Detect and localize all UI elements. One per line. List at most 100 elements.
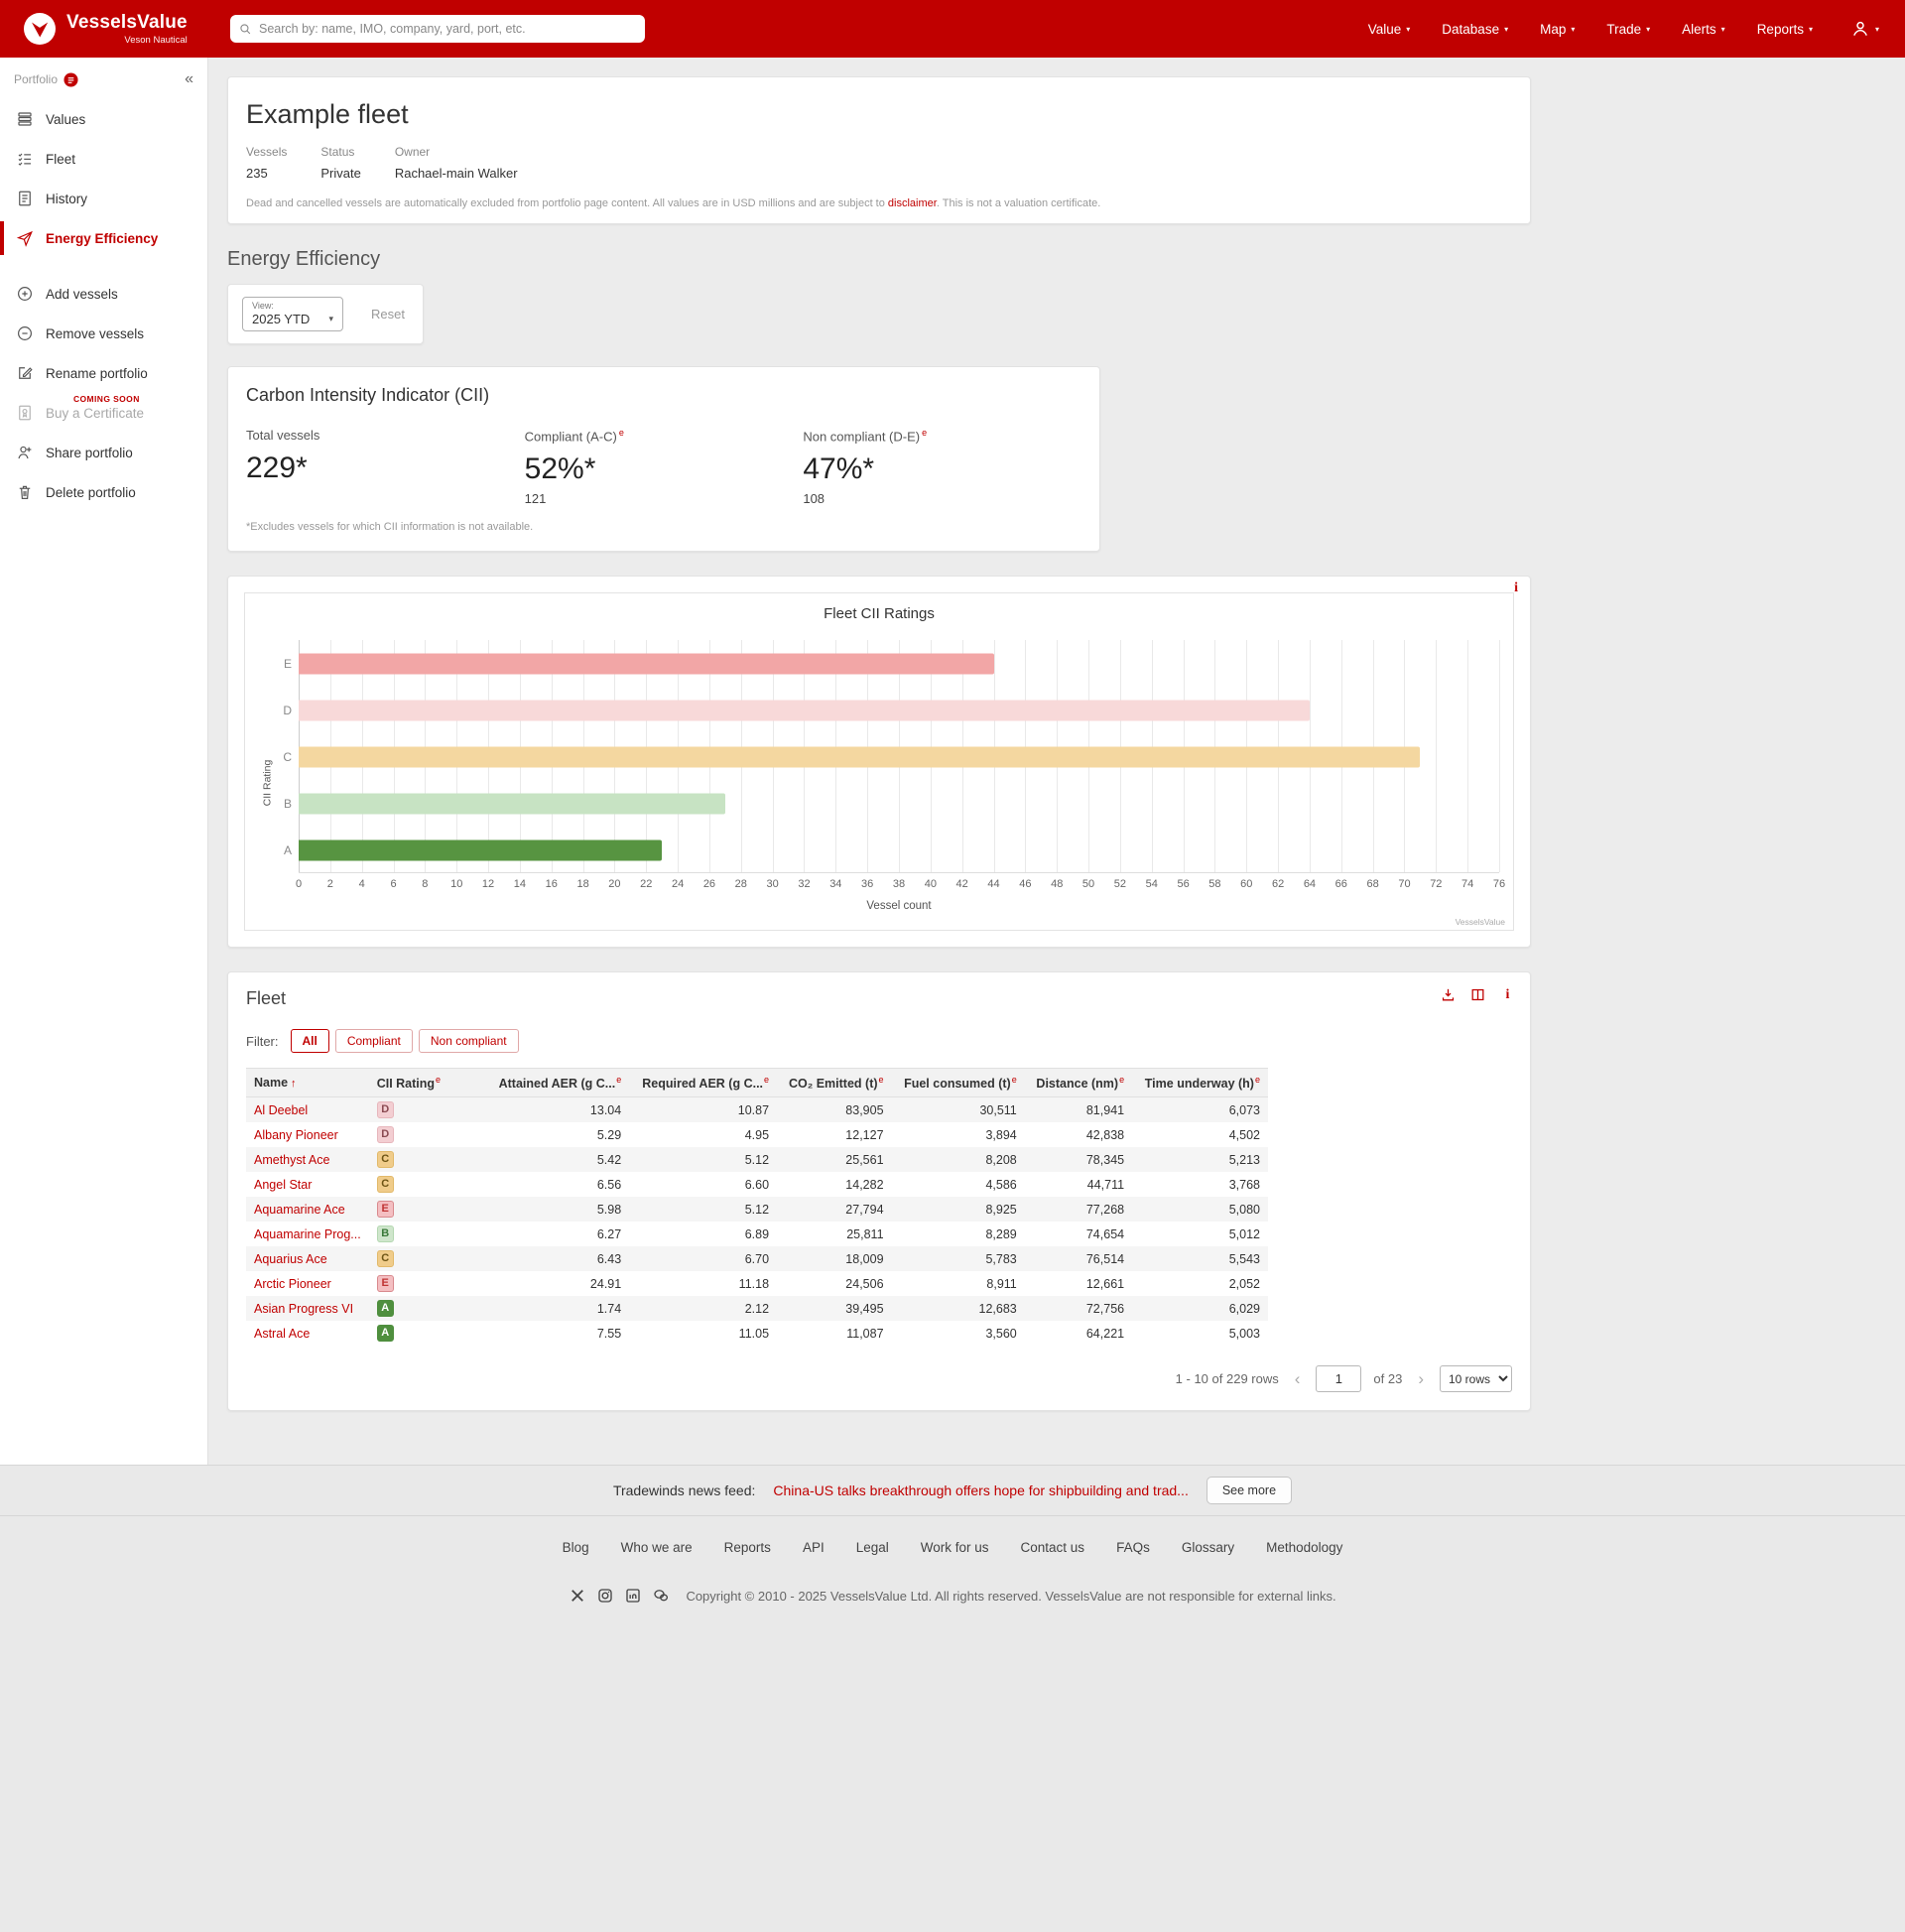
cii-summary-card: Carbon Intensity Indicator (CII) Total v…: [227, 366, 1100, 552]
chart-title: Fleet CII Ratings: [259, 605, 1499, 622]
footer-link-blog[interactable]: Blog: [563, 1540, 589, 1555]
vessel-name-link[interactable]: Angel Star: [254, 1178, 312, 1192]
fleet-filter-row: Filter: AllCompliantNon compliant: [246, 1029, 1512, 1053]
top-header: VesselsValue Veson Nautical Value▾ Databa…: [0, 0, 1905, 58]
vessel-name-link[interactable]: Al Deebel: [254, 1103, 308, 1117]
column-header-time-underway-h[interactable]: Time underway (h)e: [1132, 1069, 1268, 1097]
cii-ratings-chart-card: i Fleet CII Ratings CII Rating EDCBA 024…: [227, 576, 1531, 948]
table-cell: 25,561: [777, 1147, 892, 1172]
table-cell: 3,768: [1132, 1172, 1268, 1197]
footer-link-reports[interactable]: Reports: [724, 1540, 771, 1555]
nav-reports[interactable]: Reports▾: [1757, 22, 1813, 37]
vessel-name-link[interactable]: Albany Pioneer: [254, 1128, 338, 1142]
view-select[interactable]: View: 2025 YTD ▾: [242, 297, 343, 331]
nav-value[interactable]: Value▾: [1368, 22, 1411, 37]
portfolio-disclaimer: Dead and cancelled vessels are automatic…: [246, 197, 1512, 209]
news-headline-link[interactable]: China-US talks breakthrough offers hope …: [773, 1482, 1188, 1498]
sidebar-item-history[interactable]: History: [0, 179, 207, 218]
vessel-name-link[interactable]: Arctic Pioneer: [254, 1277, 331, 1291]
column-header-name[interactable]: Name↑: [246, 1069, 369, 1097]
footer-link-methodology[interactable]: Methodology: [1266, 1540, 1342, 1555]
table-cell: 8,925: [892, 1197, 1025, 1222]
news-feed-label: Tradewinds news feed:: [613, 1482, 755, 1498]
bar-row-E: [299, 640, 1499, 687]
coming-soon-badge: COMING SOON: [73, 394, 140, 404]
nav-alerts[interactable]: Alerts▾: [1682, 22, 1725, 37]
nav-map[interactable]: Map▾: [1540, 22, 1575, 37]
chevron-down-icon: ▾: [1504, 25, 1508, 34]
sidebar-item-label: Rename portfolio: [46, 366, 148, 381]
column-header-cii-rating[interactable]: CII Ratinge: [369, 1069, 486, 1097]
footer-link-contact-us[interactable]: Contact us: [1021, 1540, 1085, 1555]
sidebar-item-remove-vessels[interactable]: Remove vessels: [0, 314, 207, 353]
certificate-icon: [16, 404, 34, 422]
footer-link-glossary[interactable]: Glossary: [1182, 1540, 1234, 1555]
table-row: Amethyst AceC5.425.1225,5618,20878,3455,…: [246, 1147, 1268, 1172]
estimate-flag: e: [764, 1075, 769, 1085]
linkedin-icon[interactable]: [624, 1587, 642, 1605]
stat-subvalue: 108: [803, 491, 1081, 507]
footer-link-faqs[interactable]: FAQs: [1116, 1540, 1150, 1555]
prev-page-button[interactable]: ‹: [1291, 1370, 1305, 1387]
table-cell: 6.70: [629, 1246, 777, 1271]
table-row: Astral AceA7.5511.0511,0873,56064,2215,0…: [246, 1321, 1268, 1346]
x-icon[interactable]: [569, 1587, 586, 1605]
sidebar-item-add-vessels[interactable]: Add vessels: [0, 274, 207, 314]
instagram-icon[interactable]: [596, 1587, 614, 1605]
disclaimer-link[interactable]: disclaimer: [888, 197, 937, 209]
filter-non-compliant[interactable]: Non compliant: [419, 1029, 519, 1053]
chevron-down-icon: ▾: [1571, 25, 1575, 34]
next-page-button[interactable]: ›: [1414, 1370, 1428, 1387]
see-more-button[interactable]: See more: [1206, 1477, 1292, 1504]
cii-rating-badge: A: [377, 1325, 394, 1342]
cii-rating-badge: E: [377, 1275, 394, 1292]
download-icon[interactable]: [1440, 986, 1457, 1003]
brand-logo[interactable]: VesselsValue Veson Nautical: [22, 11, 216, 47]
reset-button[interactable]: Reset: [371, 307, 405, 322]
nav-database[interactable]: Database▾: [1442, 22, 1508, 37]
vessel-name-link[interactable]: Amethyst Ace: [254, 1153, 329, 1167]
sidebar-item-energy-efficiency[interactable]: Energy Efficiency: [0, 218, 207, 258]
nav-trade[interactable]: Trade▾: [1606, 22, 1650, 37]
info-icon[interactable]: i: [1499, 986, 1516, 1003]
sidebar-item-share-portfolio[interactable]: Share portfolio: [0, 433, 207, 472]
table-cell: 6.89: [629, 1222, 777, 1246]
column-header-distance-nm[interactable]: Distance (nm)e: [1025, 1069, 1132, 1097]
vessel-name-link[interactable]: Astral Ace: [254, 1327, 310, 1341]
wechat-icon[interactable]: [652, 1587, 670, 1605]
add-icon: [16, 285, 34, 303]
table-cell: 5,003: [1132, 1321, 1268, 1346]
footer-link-who-we-are[interactable]: Who we are: [621, 1540, 693, 1555]
sidebar-item-delete-portfolio[interactable]: Delete portfolio: [0, 472, 207, 512]
global-search[interactable]: [230, 15, 645, 43]
sidebar-collapse-button[interactable]: «: [185, 71, 193, 87]
history-icon: [16, 190, 34, 207]
search-input[interactable]: [259, 22, 636, 36]
vessel-name-link[interactable]: Asian Progress VI: [254, 1302, 353, 1316]
sidebar-item-values[interactable]: Values: [0, 99, 207, 139]
column-header-attained-aer-g-c[interactable]: Attained AER (g C...e: [486, 1069, 630, 1097]
sidebar-item-rename-portfolio[interactable]: Rename portfolio: [0, 353, 207, 393]
footer-link-api[interactable]: API: [803, 1540, 825, 1555]
vessel-name-link[interactable]: Aquarius Ace: [254, 1252, 327, 1266]
chevron-down-icon: ▾: [1406, 25, 1410, 34]
estimate-flag: e: [1255, 1075, 1260, 1085]
footer-link-work-for-us[interactable]: Work for us: [921, 1540, 989, 1555]
top-nav: Value▾ Database▾ Map▾ Trade▾ Alerts▾ Reports▾: [1368, 22, 1813, 37]
info-icon[interactable]: i: [1514, 581, 1518, 595]
filter-compliant[interactable]: Compliant: [335, 1029, 413, 1053]
chevron-down-icon: ▾: [1646, 25, 1650, 34]
filter-all[interactable]: All: [291, 1029, 329, 1053]
sidebar-item-fleet[interactable]: Fleet: [0, 139, 207, 179]
vessel-name-link[interactable]: Aquamarine Ace: [254, 1203, 345, 1217]
page-number-input[interactable]: [1316, 1365, 1361, 1392]
footer: Tradewinds news feed: China-US talks bre…: [0, 1465, 1905, 1932]
vessel-name-link[interactable]: Aquamarine Prog...: [254, 1227, 361, 1241]
column-header-co-emitted-t[interactable]: CO₂ Emitted (t)e: [777, 1069, 892, 1097]
page-size-select[interactable]: 10 rows: [1440, 1365, 1512, 1392]
column-header-required-aer-g-c[interactable]: Required AER (g C...e: [629, 1069, 777, 1097]
columns-icon[interactable]: [1469, 986, 1486, 1003]
column-header-fuel-consumed-t[interactable]: Fuel consumed (t)e: [892, 1069, 1025, 1097]
footer-link-legal[interactable]: Legal: [856, 1540, 889, 1555]
user-menu[interactable]: ▾: [1850, 19, 1879, 39]
